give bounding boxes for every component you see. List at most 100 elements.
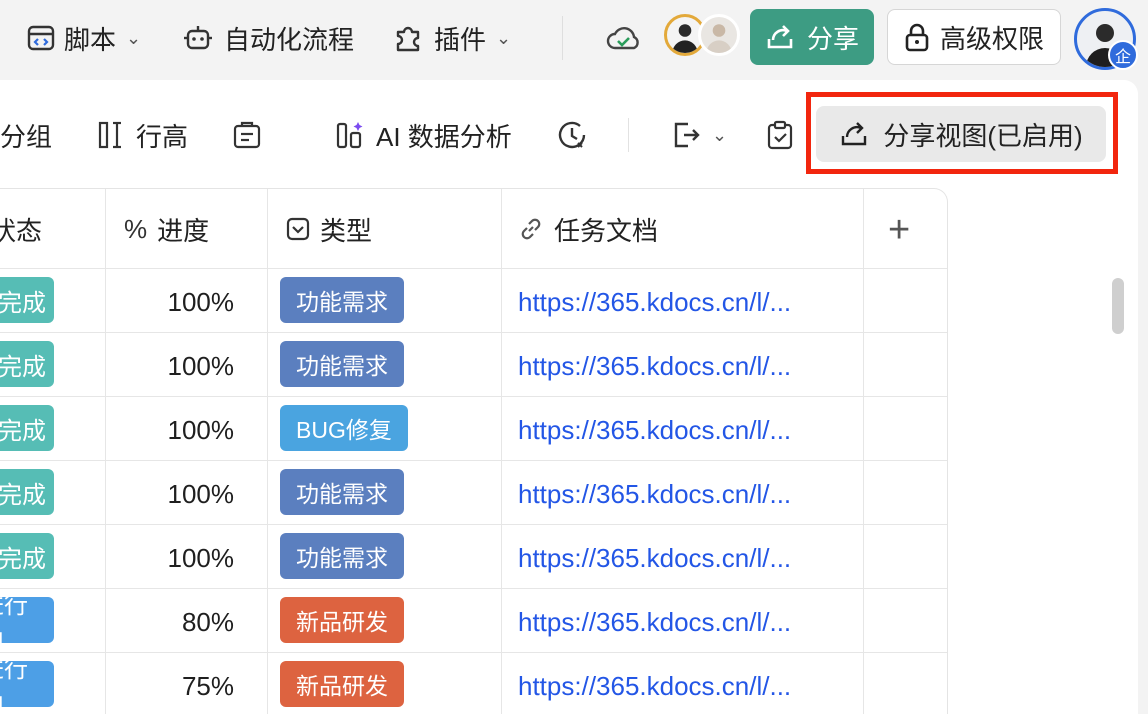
divider [0, 268, 947, 269]
cloud-saved-icon[interactable] [606, 22, 642, 54]
ai-analysis-button[interactable]: AI 数据分析 [336, 112, 512, 158]
history-icon [558, 121, 586, 149]
column-header-progress[interactable]: % 进度 [124, 189, 209, 269]
divider [0, 332, 947, 333]
share-label: 分享 [806, 23, 859, 54]
group-label: 分组 [0, 121, 53, 152]
row-height-label: 行高 [136, 121, 189, 152]
chevron-down-icon: ⌄ [496, 27, 512, 48]
task-doc-link[interactable]: https://365.kdocs.cn/l/... [518, 607, 791, 638]
column-header-label: 进度 [157, 215, 210, 246]
select-icon [286, 217, 310, 241]
vertical-scrollbar[interactable] [1112, 278, 1124, 334]
script-label: 脚本 [64, 24, 117, 55]
type-tag[interactable]: 功能需求 [280, 469, 404, 515]
divider [0, 524, 947, 525]
row-height-button[interactable]: 行高 [98, 112, 188, 158]
ai-analysis-icon [336, 122, 363, 149]
automation-menu[interactable]: 自动化流程 [182, 18, 354, 58]
status-label: 完成 [0, 289, 46, 317]
type-tag[interactable]: BUG修复 [280, 405, 408, 451]
status-badge[interactable]: 完成 [0, 341, 54, 387]
status-label: 完成 [0, 481, 46, 509]
status-badge[interactable]: 完成 [0, 533, 54, 579]
type-tag[interactable]: 新品研发 [280, 661, 404, 707]
form-icon [233, 121, 261, 149]
plugins-menu[interactable]: 插件 ⌄ [392, 18, 511, 58]
form-button[interactable] [232, 112, 262, 158]
progress-value: 75% [181, 671, 234, 701]
column-header-label: 任务文档 [554, 215, 659, 246]
top-bar: 脚本 ⌄ 自动化流程 插件 ⌄ 分享 高级权限 企 [0, 0, 1148, 78]
export-button[interactable]: ⌄ [672, 112, 727, 158]
share-button[interactable]: 分享 [750, 9, 874, 65]
column-header-task-doc[interactable]: 任务文档 [518, 189, 658, 269]
column-header-label: 状态 [0, 215, 42, 246]
script-menu[interactable]: 脚本 ⌄ [26, 18, 141, 58]
progress-value: 100% [167, 543, 235, 573]
status-badge[interactable]: 完成 [0, 469, 54, 515]
type-tag[interactable]: 功能需求 [280, 277, 404, 323]
clipboard-button[interactable] [766, 112, 794, 158]
robot-icon [184, 26, 212, 50]
status-label: 进行中 [0, 656, 28, 714]
divider [0, 652, 947, 653]
add-column-button[interactable]: + [888, 209, 910, 252]
type-label: 功能需求 [296, 353, 388, 379]
progress-value: 100% [167, 415, 235, 445]
column-header-type[interactable]: 类型 [286, 189, 372, 269]
status-badge[interactable]: 进行中 [0, 656, 54, 714]
divider [0, 396, 947, 397]
row-height-icon [98, 121, 121, 149]
lock-icon [905, 23, 929, 52]
status-label: 完成 [0, 353, 46, 381]
divider [0, 460, 947, 461]
column-header-status[interactable]: 状态 [0, 189, 42, 269]
status-badge[interactable]: 进行中 [0, 592, 54, 654]
history-button[interactable] [556, 112, 588, 158]
type-tag[interactable]: 新品研发 [280, 597, 404, 643]
divider [628, 118, 629, 152]
status-label: 完成 [0, 545, 46, 573]
task-doc-link[interactable]: https://365.kdocs.cn/l/... [518, 543, 791, 574]
permissions-label: 高级权限 [939, 23, 1044, 54]
divider [0, 588, 947, 589]
enterprise-badge: 企 [1108, 40, 1138, 70]
status-badge[interactable]: 完成 [0, 277, 54, 323]
progress-value: 80% [181, 607, 234, 637]
task-doc-link[interactable]: https://365.kdocs.cn/l/... [518, 287, 791, 318]
status-label: 完成 [0, 417, 46, 445]
type-tag[interactable]: 功能需求 [280, 341, 404, 387]
share-icon [767, 25, 793, 49]
task-doc-link[interactable]: https://365.kdocs.cn/l/... [518, 415, 791, 446]
plus-icon: + [888, 209, 911, 251]
progress-value: 100% [167, 351, 235, 381]
status-label: 进行中 [0, 592, 28, 654]
chevron-down-icon: ⌄ [712, 124, 728, 145]
type-label: BUG修复 [296, 417, 392, 443]
type-label: 功能需求 [296, 545, 388, 571]
plugins-label: 插件 [434, 24, 487, 55]
status-badge[interactable]: 完成 [0, 405, 54, 451]
data-grid: 状态 % 进度 类型 任务文档 + 完成 100% 功能需求 https://3… [0, 188, 948, 714]
task-doc-link[interactable]: https://365.kdocs.cn/l/... [518, 479, 791, 510]
type-label: 新品研发 [296, 673, 388, 699]
highlight-box [806, 92, 1118, 174]
progress-value: 100% [167, 479, 235, 509]
task-doc-link[interactable]: https://365.kdocs.cn/l/... [518, 671, 791, 702]
type-tag[interactable]: 功能需求 [280, 533, 404, 579]
group-button[interactable]: 分组 [0, 112, 52, 158]
column-header-label: 类型 [320, 215, 373, 246]
progress-value: 100% [167, 287, 235, 317]
avatar[interactable] [698, 14, 740, 56]
puzzle-icon [396, 26, 420, 52]
collaborators[interactable] [664, 14, 740, 60]
ai-analysis-label: AI 数据分析 [376, 121, 512, 152]
advanced-permissions-button[interactable]: 高级权限 [887, 9, 1061, 65]
task-doc-link[interactable]: https://365.kdocs.cn/l/... [518, 351, 791, 382]
type-label: 功能需求 [296, 481, 388, 507]
chevron-down-icon: ⌄ [126, 27, 142, 48]
automation-label: 自动化流程 [224, 24, 355, 55]
export-icon [674, 122, 700, 148]
clipboard-check-icon [767, 120, 793, 150]
